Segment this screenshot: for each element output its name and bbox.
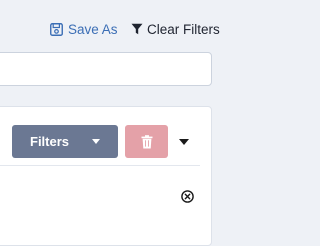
- funnel-icon: [131, 23, 143, 35]
- search-input[interactable]: [0, 52, 212, 86]
- save-as-label: Save As: [68, 21, 118, 37]
- trash-icon: [141, 134, 153, 149]
- save-as-button[interactable]: Save As: [50, 20, 118, 38]
- chevron-down-icon: [92, 139, 100, 144]
- clear-filters-button[interactable]: Clear Filters: [131, 20, 220, 38]
- top-actions: Save As Clear Filters: [0, 20, 247, 38]
- clear-filters-label: Clear Filters: [147, 21, 220, 37]
- more-options-chevron-down-icon[interactable]: [179, 139, 189, 145]
- panel-divider: [0, 165, 200, 166]
- floppy-disk-icon: [50, 22, 63, 36]
- filters-button-label: Filters: [30, 134, 70, 149]
- delete-button[interactable]: [125, 125, 168, 158]
- circle-x-icon[interactable]: [181, 190, 194, 203]
- filters-dropdown-button[interactable]: Filters: [12, 125, 118, 158]
